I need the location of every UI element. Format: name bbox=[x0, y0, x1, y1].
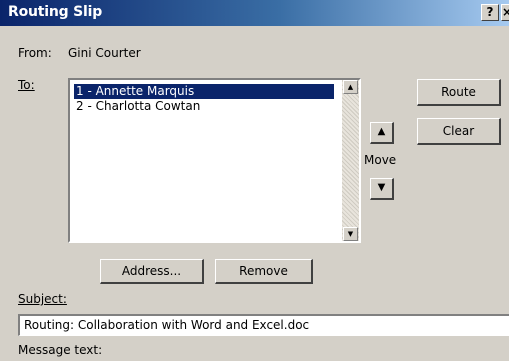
subject-input[interactable]: Routing: Collaboration with Word and Exc… bbox=[18, 314, 509, 336]
clear-button[interactable]: Clear bbox=[417, 118, 501, 145]
close-button[interactable]: × bbox=[501, 4, 509, 21]
list-scrollbar[interactable]: ▲ ▼ bbox=[342, 80, 359, 241]
scroll-up-arrow-icon[interactable]: ▲ bbox=[343, 80, 358, 94]
address-button[interactable]: Address... bbox=[100, 259, 204, 284]
move-down-button[interactable]: ▼ bbox=[370, 178, 394, 200]
arrow-down-icon: ▼ bbox=[377, 182, 386, 193]
routing-slip-dialog: Routing Slip ? × From: Gini Courter To: … bbox=[0, 0, 509, 361]
window-title: Routing Slip bbox=[8, 4, 103, 20]
move-label: Move bbox=[364, 153, 397, 167]
help-button[interactable]: ? bbox=[481, 4, 499, 21]
list-item-recipient-2[interactable]: 2 - Charlotta Cowtan bbox=[74, 99, 334, 114]
recipients-list[interactable]: 1 - Annette Marquis 2 - Charlotta Cowtan… bbox=[68, 78, 361, 243]
remove-button[interactable]: Remove bbox=[215, 259, 313, 284]
route-button[interactable]: Route bbox=[417, 79, 501, 106]
message-text-label: Message text: bbox=[18, 343, 103, 357]
from-label: From: bbox=[18, 46, 52, 60]
to-label: To: bbox=[18, 78, 35, 92]
title-bar[interactable]: Routing Slip ? × bbox=[0, 0, 509, 26]
list-item-recipient-1[interactable]: 1 - Annette Marquis bbox=[74, 84, 334, 99]
from-value: Gini Courter bbox=[68, 46, 141, 60]
move-up-button[interactable]: ▲ bbox=[370, 122, 394, 144]
scroll-down-arrow-icon[interactable]: ▼ bbox=[343, 227, 358, 241]
arrow-up-icon: ▲ bbox=[377, 126, 386, 137]
subject-label: Subject: bbox=[18, 292, 67, 306]
